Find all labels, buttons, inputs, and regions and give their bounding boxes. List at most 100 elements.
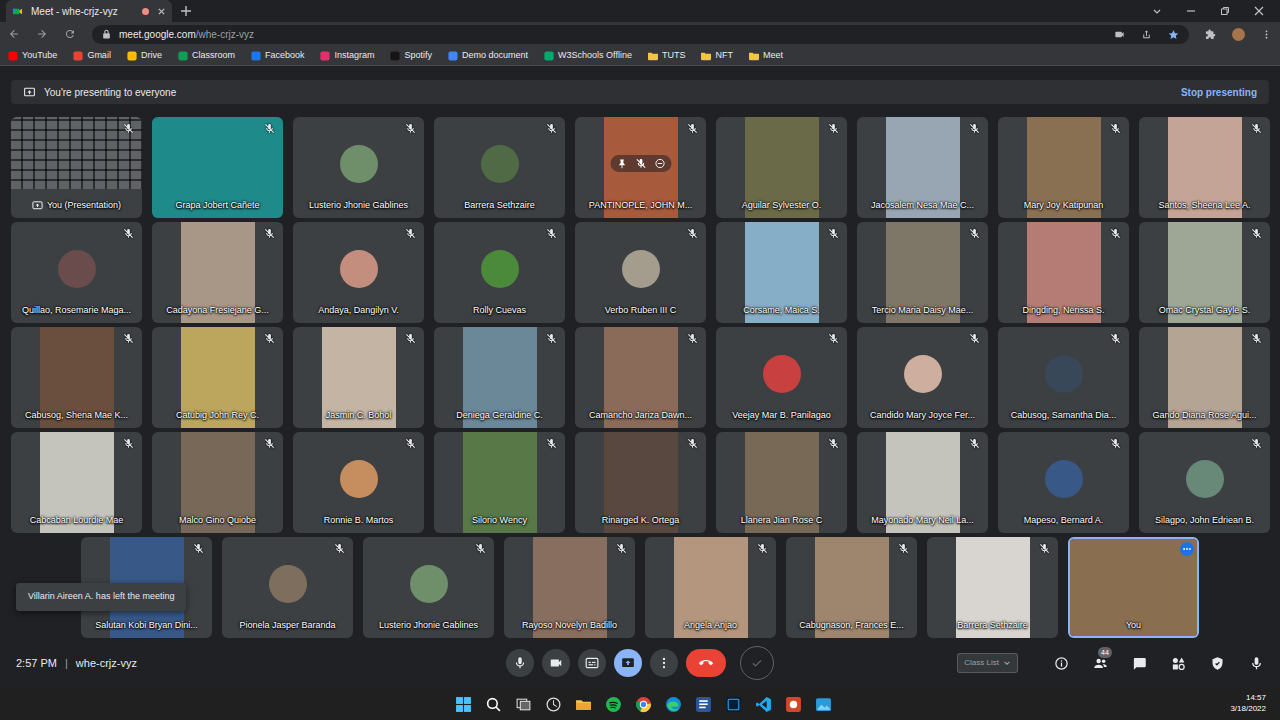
participant-tile[interactable]: Mayonado Mary Neil La... <box>857 432 988 533</box>
pin-icon[interactable] <box>616 158 627 169</box>
camera-button[interactable] <box>542 649 570 677</box>
edge-icon[interactable] <box>665 696 682 713</box>
participant-tile[interactable]: Jacosalem Nesa Mae C... <box>857 117 988 218</box>
participant-tile[interactable]: Ronnie B. Martos <box>293 432 424 533</box>
tab-search-icon[interactable] <box>1152 6 1162 16</box>
more-options-button[interactable] <box>650 649 678 677</box>
close-window-icon[interactable] <box>1254 6 1264 16</box>
lock-icon[interactable] <box>102 29 111 39</box>
participant-tile[interactable]: Cadayona Fresiejane G... <box>152 222 283 323</box>
bookmark[interactable]: NFT <box>701 49 733 63</box>
photoshop-icon[interactable] <box>725 696 742 713</box>
captions-button[interactable] <box>578 649 606 677</box>
bookmark[interactable]: Instagram <box>320 49 374 63</box>
bookmark[interactable]: Facebook <box>251 49 305 63</box>
minimize-icon[interactable] <box>1186 6 1196 16</box>
activities-icon[interactable] <box>1171 656 1186 671</box>
taskbar-clock[interactable]: 14:57 3/18/2022 <box>1230 693 1270 715</box>
participant-tile[interactable]: Malco Gino Quiobe <box>152 432 283 533</box>
omnibox[interactable]: meet.google.com/whe-crjz-vyz <box>92 25 1189 44</box>
done-button[interactable] <box>740 646 774 680</box>
present-button[interactable] <box>614 649 642 677</box>
participant-tile[interactable]: Verbo Ruben III C <box>575 222 706 323</box>
info-icon[interactable] <box>1054 656 1069 671</box>
participant-tile[interactable]: Mapeso, Bernard A. <box>998 432 1129 533</box>
participant-tile[interactable]: Mary Joy Katipunan <box>998 117 1129 218</box>
search-icon[interactable] <box>485 696 502 713</box>
mute-icon[interactable] <box>635 158 646 169</box>
browser-tab[interactable]: Meet - whe-crjz-vyz <box>6 0 172 22</box>
participant-tile[interactable]: Lusterio Jhonie Gablines <box>293 117 424 218</box>
tile-options-button[interactable] <box>1180 542 1194 556</box>
powerpoint-icon[interactable] <box>785 696 802 713</box>
participant-tile[interactable]: Grapa Jobert Cañete <box>152 117 283 218</box>
participant-tile[interactable]: Quillao, Rosemarie Maga... <box>11 222 142 323</box>
word-icon[interactable] <box>695 696 712 713</box>
close-icon[interactable] <box>157 7 166 16</box>
bookmark[interactable]: Classroom <box>178 49 235 63</box>
host-controls-icon[interactable] <box>1210 656 1225 671</box>
menu-icon[interactable] <box>1261 29 1272 40</box>
participant-tile[interactable]: PANTINOPLE, JOHN M... <box>575 117 706 218</box>
participant-tile[interactable]: Barrera Sethzaire <box>434 117 565 218</box>
participant-tile[interactable]: Camancho Jariza Dawn... <box>575 327 706 428</box>
participant-tile[interactable]: Deniega Geraldine C. <box>434 327 565 428</box>
bookmark[interactable]: Meet <box>749 49 783 63</box>
share-icon[interactable] <box>1141 29 1152 40</box>
restore-icon[interactable] <box>1220 6 1230 16</box>
spotify-icon[interactable] <box>605 696 622 713</box>
participant-tile[interactable]: Gando Diana Rose Agui... <box>1139 327 1270 428</box>
photos-icon[interactable] <box>815 696 832 713</box>
participant-tile[interactable]: Tercio Maria Daisy Mae... <box>857 222 988 323</box>
vscode-icon[interactable] <box>755 696 772 713</box>
participant-tile[interactable]: You (Presentation) <box>11 117 142 218</box>
participant-tile[interactable]: Veejay Mar B. Panilagao <box>716 327 847 428</box>
star-icon[interactable] <box>1168 29 1179 40</box>
participant-tile[interactable]: You <box>1068 537 1199 638</box>
leave-call-button[interactable] <box>686 649 726 677</box>
participant-tile[interactable]: Cabugnason, Frances E... <box>786 537 917 638</box>
participant-tile[interactable]: Cabusog, Samantha Dia... <box>998 327 1129 428</box>
mic-icon[interactable] <box>1249 656 1264 671</box>
participant-tile[interactable]: Candido Mary Joyce Fer... <box>857 327 988 428</box>
microphone-button[interactable] <box>506 649 534 677</box>
reload-icon[interactable] <box>64 28 76 40</box>
participant-tile[interactable]: Cabusog, Shena Mae K... <box>11 327 142 428</box>
participant-tile[interactable]: Silorio Wency <box>434 432 565 533</box>
remove-icon[interactable] <box>654 158 665 169</box>
participant-tile[interactable]: Omac Crystal Gayle S. <box>1139 222 1270 323</box>
profile-avatar[interactable] <box>1232 28 1245 41</box>
participant-tile[interactable]: Llanera Jian Rose C <box>716 432 847 533</box>
participant-tile[interactable]: Catubig John Rey C. <box>152 327 283 428</box>
forward-icon[interactable] <box>36 28 48 40</box>
widgets-icon[interactable] <box>545 696 562 713</box>
chrome-icon[interactable] <box>635 696 652 713</box>
start-icon[interactable] <box>455 696 472 713</box>
participant-tile[interactable]: Andaya, Dangilyn V. <box>293 222 424 323</box>
participant-tile[interactable]: Rayoso Novelyn Badillo <box>504 537 635 638</box>
file-explorer-icon[interactable] <box>575 696 592 713</box>
bookmark[interactable]: Gmail <box>73 49 111 63</box>
participant-tile[interactable]: Barrera Sethzaire <box>927 537 1058 638</box>
people-button[interactable]: 44 <box>1093 656 1108 671</box>
bookmark[interactable]: YouTube <box>8 49 57 63</box>
participant-tile[interactable]: Cabcaban Lourdie Mae <box>11 432 142 533</box>
bookmark[interactable]: W3Schools Offline <box>544 49 632 63</box>
back-icon[interactable] <box>8 28 20 40</box>
bookmark[interactable]: TUTS <box>648 49 686 63</box>
participant-tile[interactable]: Santos, Sheena Lee A. <box>1139 117 1270 218</box>
participant-tile[interactable]: Pionela Jasper Baranda <box>222 537 353 638</box>
new-tab-icon[interactable] <box>180 5 192 17</box>
camera-in-use-icon[interactable] <box>1114 29 1125 40</box>
participant-tile[interactable]: Silagpo, John Edriean B. <box>1139 432 1270 533</box>
participant-tile[interactable]: Jasmin C. Bohol <box>293 327 424 428</box>
stop-presenting-button[interactable]: Stop presenting <box>1181 85 1257 100</box>
bookmark[interactable]: Drive <box>127 49 162 63</box>
bookmark[interactable]: Spotify <box>390 49 432 63</box>
participant-tile[interactable]: Dingding, Nerissa S. <box>998 222 1129 323</box>
class-list-overlay[interactable]: Class List <box>957 653 1018 673</box>
bookmark[interactable]: Demo document <box>448 49 528 63</box>
participant-tile[interactable]: Corsame, Maica S. <box>716 222 847 323</box>
participant-tile[interactable]: Aguilar Sylvester O. <box>716 117 847 218</box>
participant-tile[interactable]: Rinarged K. Ortega <box>575 432 706 533</box>
